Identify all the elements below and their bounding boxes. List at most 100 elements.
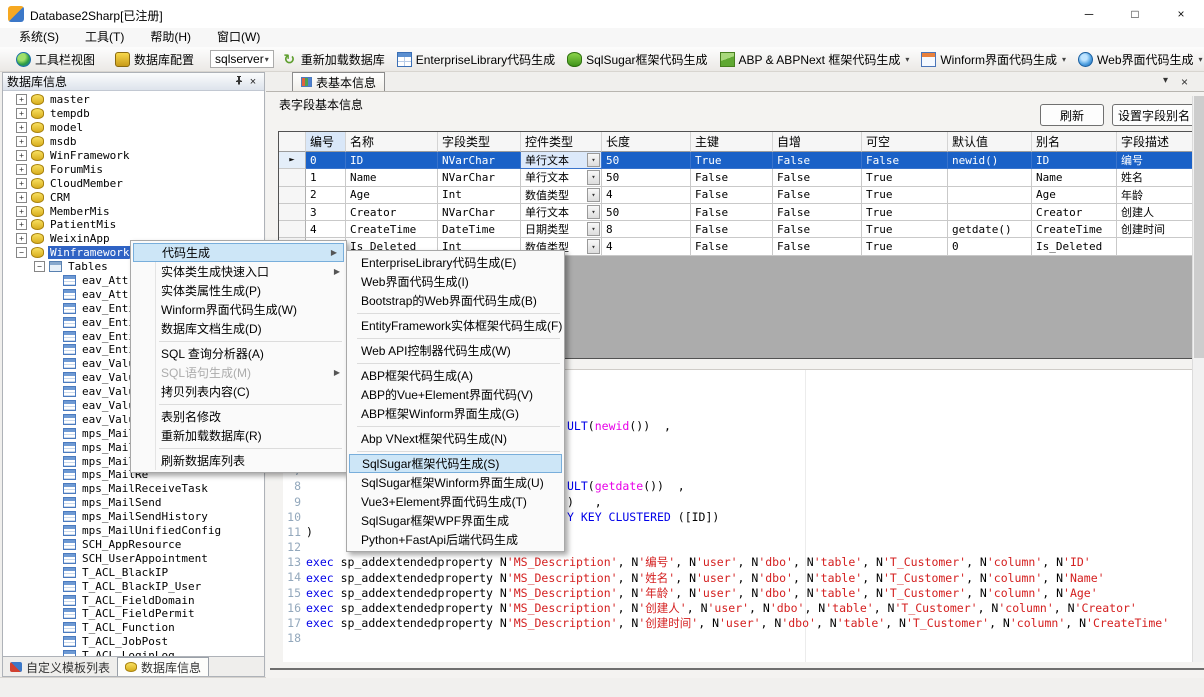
grid-cell[interactable]: False (773, 221, 862, 238)
database-type-combobox[interactable]: sqlserver ▾ (210, 50, 274, 68)
grid-cell[interactable]: False (773, 152, 862, 169)
context-menu-item-11[interactable]: 重新加载数据库(R) (131, 426, 346, 445)
grid-cell[interactable]: Int (438, 187, 521, 204)
grid-cell[interactable]: CreateTime (1032, 221, 1117, 238)
grid-cell[interactable]: Creator (1032, 204, 1117, 221)
context-menu-item-13[interactable]: 刷新数据库列表 (131, 451, 346, 470)
tree-expand-toggle[interactable]: + (16, 192, 27, 203)
tree-expand-toggle[interactable]: + (16, 233, 27, 244)
tree-node[interactable]: SCH_UserAppointment (3, 551, 264, 565)
tree-node[interactable]: T_ACL_BlackIP_User (3, 579, 264, 593)
grid-cell[interactable]: 0 (948, 238, 1032, 255)
submenu-item-1[interactable]: Web界面代码生成(I) (347, 272, 564, 291)
chevron-down-icon[interactable]: ▾ (587, 188, 600, 202)
submenu-item-12[interactable]: Abp VNext框架代码生成(N) (347, 429, 564, 448)
submenu-item-18[interactable]: Python+FastApi后端代码生成 (347, 530, 564, 549)
context-menu-item-3[interactable]: Winform界面代码生成(W) (131, 300, 346, 319)
grid-cell[interactable]: False (773, 238, 862, 255)
sqlsugar-codegen-button[interactable]: SqlSugar框架代码生成 (563, 49, 711, 70)
grid-cell[interactable]: True (862, 221, 948, 238)
grid-header-5[interactable]: 主键 (691, 132, 773, 152)
grid-header-7[interactable]: 可空 (862, 132, 948, 152)
row-indicator[interactable] (279, 169, 306, 186)
grid-cell[interactable]: 单行文本▾ (521, 169, 602, 186)
chevron-down-icon[interactable]: ▾ (587, 153, 600, 167)
tree-expand-toggle[interactable]: + (16, 150, 27, 161)
tab-table-basic-info[interactable]: 表基本信息 (292, 72, 385, 91)
grid-cell[interactable]: NVarChar (438, 204, 521, 221)
chevron-down-icon[interactable]: ▾ (1199, 55, 1203, 64)
tree-expand-toggle[interactable]: + (16, 122, 27, 133)
vertical-scrollbar[interactable] (1192, 96, 1204, 662)
tree-node[interactable]: mps_MailSend (3, 496, 264, 510)
refresh-button[interactable]: 刷新 (1040, 104, 1104, 126)
grid-cell[interactable]: True (862, 187, 948, 204)
grid-cell[interactable]: True (691, 152, 773, 169)
tree-expand-toggle[interactable]: + (16, 108, 27, 119)
tree-expand-toggle[interactable]: + (16, 219, 27, 230)
submenu-item-17[interactable]: SqlSugar框架WPF界面生成 (347, 511, 564, 530)
tree-expand-toggle[interactable]: + (16, 178, 27, 189)
horizontal-scrollbar[interactable] (270, 668, 1204, 670)
close-icon[interactable]: × (1181, 75, 1188, 89)
tree-node[interactable]: mps_MailSendHistory (3, 510, 264, 524)
row-indicator[interactable] (279, 204, 306, 221)
tree-node[interactable]: +ForumMis (3, 162, 264, 176)
grid-cell[interactable]: 编号 (1117, 152, 1196, 169)
close-button[interactable]: × (1158, 0, 1204, 28)
grid-header-8[interactable]: 默认值 (948, 132, 1032, 152)
chevron-down-icon[interactable]: ▾ (1062, 55, 1066, 64)
grid-cell[interactable]: 单行文本▾ (521, 152, 602, 169)
grid-cell[interactable]: Name (1032, 169, 1117, 186)
grid-cell[interactable]: False (862, 152, 948, 169)
tree-expand-toggle[interactable]: + (16, 136, 27, 147)
tree-node[interactable]: +master (3, 93, 264, 107)
tree-node[interactable]: mps_MailUnifiedConfig (3, 524, 264, 538)
chevron-down-icon[interactable]: ▾ (905, 55, 909, 64)
grid-cell[interactable]: 数值类型▾ (521, 187, 602, 204)
grid-cell[interactable] (948, 169, 1032, 186)
grid-cell[interactable]: 4 (306, 221, 346, 238)
tree-expand-toggle[interactable]: + (16, 94, 27, 105)
tree-node[interactable]: +msdb (3, 135, 264, 149)
grid-cell[interactable]: DateTime (438, 221, 521, 238)
db-config-button[interactable]: 数据库配置 (111, 49, 198, 70)
grid-cell[interactable]: 日期类型▾ (521, 221, 602, 238)
grid-cell[interactable]: 4 (602, 187, 691, 204)
grid-cell[interactable]: Name (346, 169, 438, 186)
scrollbar-thumb[interactable] (1194, 96, 1204, 358)
grid-cell[interactable]: True (862, 204, 948, 221)
grid-cell[interactable]: 年龄 (1117, 187, 1196, 204)
chevron-down-icon[interactable]: ▾ (1163, 75, 1168, 86)
submenu-item-16[interactable]: Vue3+Element界面代码生成(T) (347, 492, 564, 511)
grid-cell[interactable]: ID (346, 152, 438, 169)
submenu-item-8[interactable]: ABP框架代码生成(A) (347, 366, 564, 385)
submenu-item-14[interactable]: SqlSugar框架代码生成(S) (349, 454, 562, 473)
toolbar-view-button[interactable]: 工具栏视图 (12, 49, 99, 70)
grid-cell[interactable]: 1 (306, 169, 346, 186)
tree-node[interactable]: T_ACL_FieldPermit (3, 607, 264, 621)
set-field-alias-button[interactable]: 设置字段别名 (1112, 104, 1196, 126)
web-codegen-button[interactable]: Web界面代码生成 ▾ (1074, 49, 1204, 70)
entlib-codegen-button[interactable]: EnterpriseLibrary代码生成 (393, 49, 559, 70)
dock-tab-0[interactable]: 自定义模板列表 (3, 658, 117, 676)
tree-node[interactable]: +model (3, 121, 264, 135)
context-menu-item-0[interactable]: 代码生成▶ (133, 243, 344, 262)
grid-cell[interactable]: NVarChar (438, 169, 521, 186)
winform-codegen-button[interactable]: Winform界面代码生成 ▾ (917, 49, 1070, 70)
grid-cell[interactable]: Is_Deleted (1032, 238, 1117, 255)
submenu-item-4[interactable]: EntityFramework实体框架代码生成(F) (347, 316, 564, 335)
maximize-button[interactable]: □ (1112, 0, 1158, 28)
grid-header-10[interactable]: 字段描述 (1117, 132, 1196, 152)
reload-database-button[interactable]: ↻ 重新加载数据库 (278, 49, 389, 70)
tree-expand-toggle[interactable]: − (16, 247, 27, 258)
grid-cell[interactable]: 创建时间 (1117, 221, 1196, 238)
context-menu-item-1[interactable]: 实体类生成快速入口▶ (131, 262, 346, 281)
grid-header-6[interactable]: 自增 (773, 132, 862, 152)
grid-cell[interactable]: getdate() (948, 221, 1032, 238)
row-indicator[interactable] (279, 187, 306, 204)
dock-tab-1[interactable]: 数据库信息 (117, 657, 209, 676)
menubar-item-3[interactable]: 窗口(W) (204, 28, 273, 47)
grid-header-4[interactable]: 长度 (602, 132, 691, 152)
grid-cell[interactable]: False (691, 169, 773, 186)
